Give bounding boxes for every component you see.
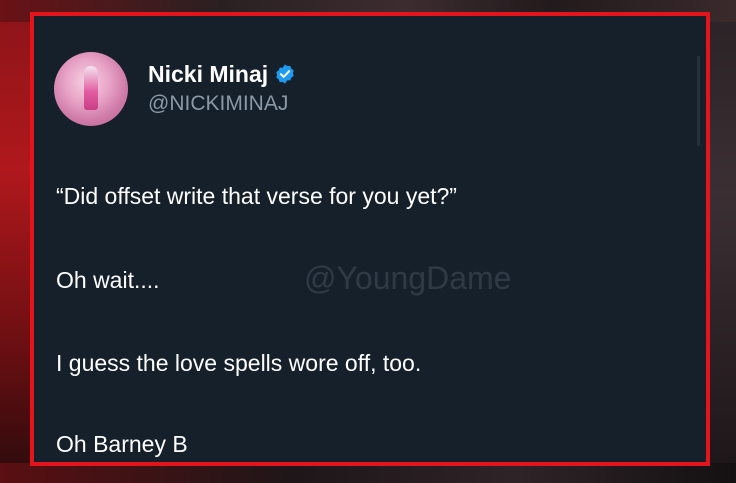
tweet-line-2: Oh wait....	[56, 267, 160, 293]
tweet-line-1: “Did offset write that verse for you yet…	[56, 183, 457, 209]
tweet-card: Nicki Minaj @NICKIMINAJ “Did offset writ…	[30, 12, 710, 466]
tweet-header: Nicki Minaj @NICKIMINAJ	[54, 52, 296, 126]
tweet-line-4: Oh Barney B	[56, 431, 188, 457]
verified-badge-icon	[276, 64, 294, 84]
avatar[interactable]	[54, 52, 128, 126]
tweet-line-3: I guess the love spells wore off, too.	[56, 350, 422, 376]
avatar-figure	[84, 66, 98, 110]
name-row: Nicki Minaj	[148, 60, 296, 88]
background-bottom	[0, 463, 736, 483]
author-info: Nicki Minaj @NICKIMINAJ	[148, 60, 296, 118]
scrollbar[interactable]	[697, 56, 700, 146]
handle[interactable]: @NICKIMINAJ	[148, 90, 296, 118]
watermark: @YoungDame	[304, 260, 512, 296]
display-name[interactable]: Nicki Minaj	[148, 60, 268, 88]
